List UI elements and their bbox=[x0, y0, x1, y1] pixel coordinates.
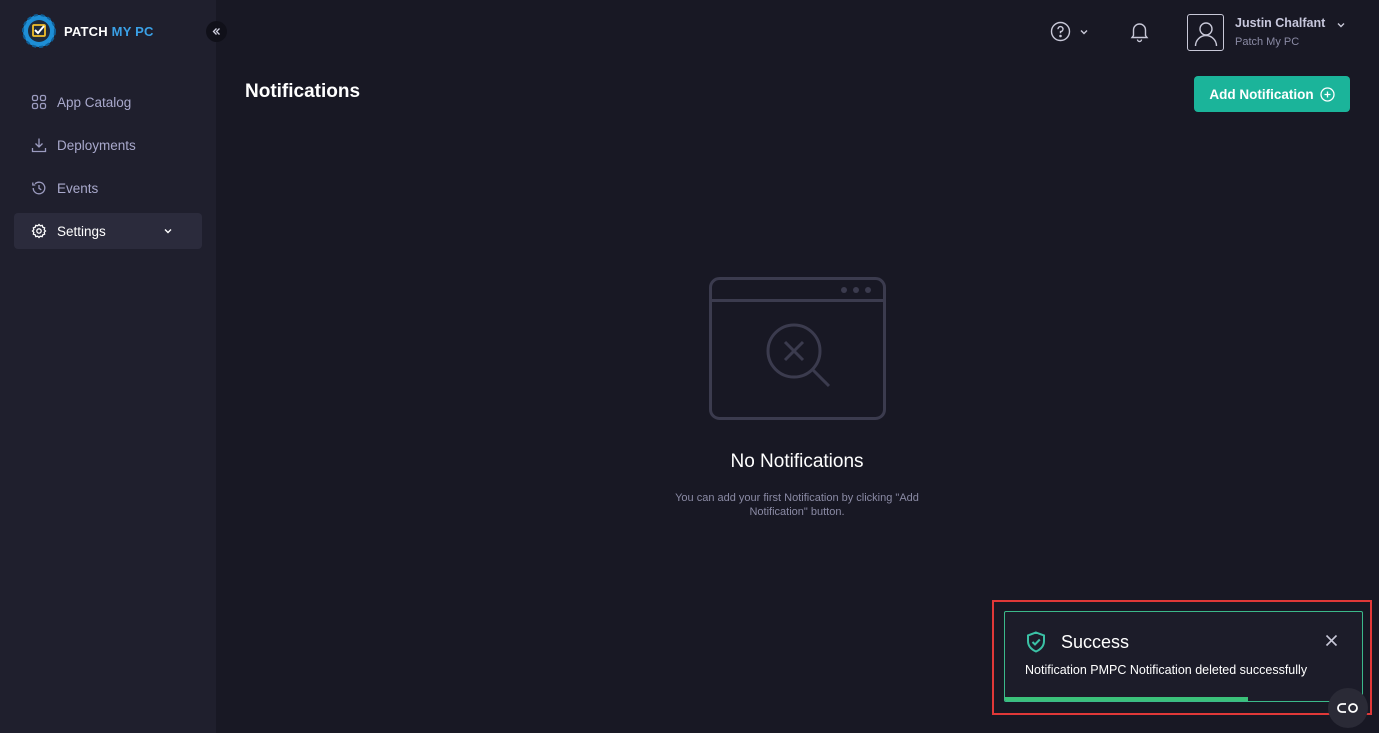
download-icon bbox=[31, 138, 47, 153]
chat-widget-icon bbox=[1337, 703, 1358, 713]
notifications-bell-button[interactable] bbox=[1129, 20, 1150, 48]
user-icon bbox=[1194, 21, 1217, 46]
add-notification-button[interactable]: Add Notification bbox=[1194, 76, 1350, 112]
user-name: Justin Chalfant bbox=[1235, 16, 1326, 30]
close-icon[interactable] bbox=[1325, 634, 1338, 647]
toast-progress-fill bbox=[1005, 697, 1248, 701]
sidebar-item-label: Deployments bbox=[57, 137, 136, 153]
user-menu[interactable]: Justin Chalfant Patch My PC bbox=[1187, 14, 1347, 51]
toast-message: Notification PMPC Notification deleted s… bbox=[1025, 663, 1308, 677]
help-menu-button[interactable] bbox=[1050, 21, 1090, 42]
success-toast: Success Notification PMPC Notification d… bbox=[1004, 611, 1363, 702]
collapse-sidebar-button[interactable] bbox=[206, 21, 227, 42]
brand-name-part1: PATCH bbox=[64, 23, 108, 39]
shield-check-icon bbox=[1027, 631, 1045, 653]
history-icon bbox=[32, 181, 46, 195]
help-icon bbox=[1050, 21, 1071, 42]
sidebar-item-app-catalog[interactable]: App Catalog bbox=[14, 84, 202, 120]
double-chevron-left-icon bbox=[212, 28, 220, 35]
avatar bbox=[1187, 14, 1224, 51]
chevron-down-icon bbox=[1337, 23, 1345, 28]
add-notification-label: Add Notification bbox=[1209, 86, 1314, 102]
sidebar-item-deployments[interactable]: Deployments bbox=[14, 127, 202, 163]
bell-icon bbox=[1130, 23, 1149, 43]
brand-logo[interactable]: PATCH MY PC bbox=[22, 14, 154, 48]
brand-name: PATCH MY PC bbox=[64, 24, 154, 39]
empty-state-title: No Notifications bbox=[730, 451, 864, 472]
user-organization: Patch My PC bbox=[1235, 36, 1300, 48]
page-title: Notifications bbox=[245, 81, 361, 102]
patch-my-pc-logo-icon bbox=[22, 14, 56, 48]
chat-support-button[interactable] bbox=[1328, 688, 1368, 728]
chevron-down-icon bbox=[1080, 29, 1088, 34]
plus-circle-icon bbox=[1319, 86, 1335, 102]
sidebar-item-events[interactable]: Events bbox=[14, 170, 202, 206]
grid-icon bbox=[31, 94, 47, 110]
empty-search-illustration-icon bbox=[709, 277, 886, 420]
toast-progress-bar bbox=[1005, 697, 1362, 701]
sidebar-item-label: App Catalog bbox=[57, 94, 132, 110]
empty-state-description: You can add your first Notification by c… bbox=[675, 492, 919, 518]
chevron-down-icon bbox=[164, 229, 172, 234]
sidebar-item-settings[interactable]: Settings bbox=[14, 213, 202, 249]
brand-name-part2: MY PC bbox=[111, 23, 154, 39]
sidebar-item-label: Settings bbox=[57, 223, 106, 239]
sidebar-item-label: Events bbox=[57, 180, 99, 196]
sidebar-nav: App Catalog Deployments Events Settings bbox=[14, 84, 202, 256]
gear-icon bbox=[31, 223, 47, 239]
sidebar: PATCH MY PC App Catalog Deployments Even… bbox=[0, 0, 216, 733]
toast-title: Success bbox=[1061, 632, 1130, 652]
